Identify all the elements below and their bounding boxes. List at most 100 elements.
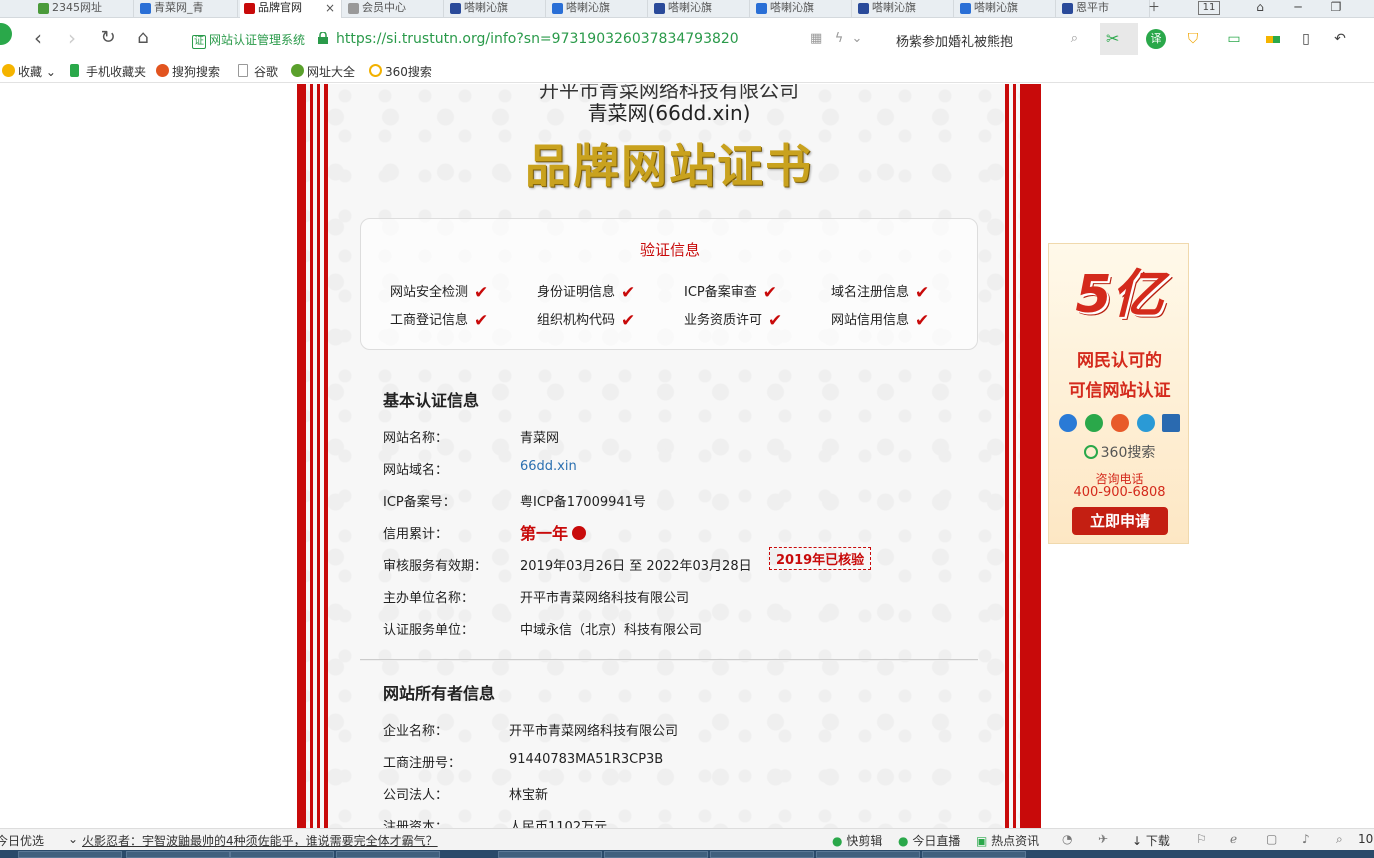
ad-line2: 可信网站认证	[1068, 381, 1171, 401]
bookmark-directory[interactable]: 网址大全	[291, 63, 355, 80]
live-today[interactable]: ● 今日直播	[898, 832, 960, 849]
medal-icon	[572, 526, 587, 540]
search-icon[interactable]: ⌕	[1071, 31, 1078, 46]
home-button[interactable]: ⌂	[131, 27, 155, 51]
cert-badge[interactable]: 证网站认证管理系统	[192, 31, 305, 49]
close-tab-icon[interactable]: ×	[325, 0, 335, 16]
back-button[interactable]: ‹	[26, 27, 50, 51]
company-name-label: 企业名称：	[383, 724, 449, 739]
translate-icon[interactable]: 译	[1146, 29, 1166, 49]
tab-count-badge[interactable]: 11	[1198, 1, 1220, 15]
tab-favicon-icon	[348, 3, 359, 14]
browser-tab[interactable]: 恩平市	[1058, 0, 1150, 18]
ie-icon	[1059, 414, 1077, 432]
browser-tab[interactable]: 嗒喇沁旗	[446, 0, 546, 18]
minimize-button[interactable]: ─	[1284, 0, 1312, 18]
check-icon: ✔	[915, 283, 930, 303]
flag-icon[interactable]: ⚐	[1196, 832, 1207, 846]
forward-button[interactable]: ›	[60, 27, 84, 51]
bookmark-sogou[interactable]: 搜狗搜索	[156, 63, 220, 80]
status-item-label: 今日直播	[912, 834, 961, 848]
browser-tab[interactable]: 嗒喇沁旗	[650, 0, 750, 18]
browser-tab[interactable]: 品牌官网 ×	[240, 0, 342, 18]
chevron-down-icon[interactable]: ⌄	[852, 31, 863, 46]
chevron-down-icon[interactable]: ⌄	[68, 832, 78, 846]
speed-icon[interactable]: ◔	[1062, 832, 1072, 846]
taskbar-item[interactable]	[498, 851, 602, 858]
browser-tab[interactable]: 嗒喇沁旗	[752, 0, 852, 18]
bookmark-360[interactable]: 360搜索	[369, 63, 432, 80]
qr-icon[interactable]: ▦	[810, 31, 822, 46]
taskbar-item[interactable]	[336, 851, 440, 858]
scissors-button[interactable]: ✂	[1100, 23, 1138, 55]
browser-tab[interactable]: 2345网址	[34, 0, 134, 18]
sound-icon[interactable]: ♪	[1302, 832, 1310, 846]
news-link[interactable]: 火影忍者：宇智波鼬最帅的4种须佐能乎，谁说需要完全体才霸气？	[82, 832, 438, 849]
check-icon: ✔	[762, 283, 778, 303]
tab-label: 嗒喇沁旗	[464, 1, 508, 14]
image-icon[interactable]: ▭	[1224, 29, 1244, 49]
hot-news[interactable]: ▣ 热点资讯	[976, 832, 1039, 849]
apply-now-button[interactable]: 立即申请	[1072, 507, 1168, 535]
status-bar: 今日优选 ⌄ 火影忍者：宇智波鼬最帅的4种须佐能乎，谁说需要完全体才霸气？ ● …	[0, 828, 1374, 850]
verify-item: 域名注册信息 ✔	[831, 281, 929, 303]
browser-tab[interactable]: 嗒喇沁旗	[548, 0, 648, 18]
phone-icon[interactable]: ▯	[1298, 29, 1314, 49]
reload-button[interactable]: ↻	[96, 27, 120, 51]
star-icon	[2, 64, 15, 77]
verify-item-label: 组织机构代码	[537, 313, 616, 328]
undo-icon[interactable]: ↶	[1330, 29, 1350, 49]
tab-favicon-icon	[858, 3, 869, 14]
tab-label: 嗒喇沁旗	[872, 1, 916, 14]
taskbar-item[interactable]	[18, 851, 122, 858]
pin-icon[interactable]: ✈	[1098, 832, 1108, 846]
browser-tab[interactable]: 嗒喇沁旗	[956, 0, 1056, 18]
browser-logo-icon	[0, 23, 12, 45]
side-ad[interactable]: 5亿 网民认可的 可信网站认证 360搜索 咨询电话 400-900-6808 …	[1048, 243, 1189, 544]
apps-icon[interactable]	[1264, 29, 1282, 49]
taskbar-item[interactable]	[816, 851, 920, 858]
url-actions[interactable]: ▦ ϟ ⌄	[810, 31, 862, 46]
bookmark-google[interactable]: 谷歌	[238, 63, 278, 80]
browser-tab[interactable]: 会员中心	[344, 0, 444, 18]
restore-button[interactable]: ❐	[1322, 0, 1350, 18]
service-label: 认证服务单位：	[383, 623, 475, 638]
tab-favicon-icon	[960, 3, 971, 14]
zoom-icon[interactable]: ⌕	[1336, 832, 1343, 847]
today-picks[interactable]: 今日优选	[0, 832, 44, 849]
address-bar[interactable]: 证网站认证管理系统 https://si.trustutn.org/info?s…	[186, 25, 876, 53]
company-name-value: 开平市青菜网络科技有限公司	[509, 724, 679, 739]
basic-info-title: 基本认证信息	[383, 391, 480, 410]
window-icon[interactable]: ▢	[1266, 832, 1277, 846]
news-icon: ▣	[976, 834, 988, 848]
bookmark-label: 谷歌	[254, 65, 279, 79]
taskbar-item[interactable]	[922, 851, 1026, 858]
shirt-icon[interactable]: ⌂	[1246, 0, 1274, 18]
ie-mode-icon[interactable]: ℯ	[1230, 832, 1237, 846]
new-tab-button[interactable]: ＋	[1140, 0, 1168, 18]
bookmark-label: 360搜索	[385, 65, 432, 79]
bolt-icon[interactable]: ϟ	[835, 31, 844, 46]
shield-icon[interactable]: ⛉	[1184, 29, 1202, 49]
taskbar-item[interactable]	[710, 851, 814, 858]
search-box[interactable]: 杨紫参加婚礼被熊抱 ⌕	[888, 25, 1086, 53]
url-text[interactable]: https://si.trustutn.org/info?sn=97319032…	[336, 31, 739, 47]
site-domain-link[interactable]: 66dd.xin	[520, 459, 577, 474]
verify-title: 验证信息	[639, 241, 700, 259]
credit-year: 第一年	[520, 524, 569, 543]
quick-edit[interactable]: ● 快剪辑	[832, 832, 882, 849]
taskbar-item[interactable]	[126, 851, 230, 858]
chrome-icon	[1111, 414, 1129, 432]
download-button[interactable]: ↓ 下载	[1132, 832, 1170, 849]
taskbar-item[interactable]	[230, 851, 334, 858]
legal-person-label: 公司法人：	[383, 788, 449, 803]
browser-tab[interactable]: 青菜网_青	[136, 0, 238, 18]
bookmark-favorites[interactable]: 收藏 ⌄	[2, 63, 56, 80]
search-input[interactable]: 杨紫参加婚礼被熊抱	[896, 31, 1013, 50]
zoom-level[interactable]: 10	[1358, 832, 1373, 846]
browser-tab[interactable]: 嗒喇沁旗	[854, 0, 954, 18]
bookmark-mobile[interactable]: 手机收藏夹	[70, 63, 146, 80]
download-icon: ↓	[1132, 834, 1143, 848]
cert-site-title: 青菜网(66dd.xin)	[587, 101, 751, 125]
taskbar-item[interactable]	[604, 851, 708, 858]
